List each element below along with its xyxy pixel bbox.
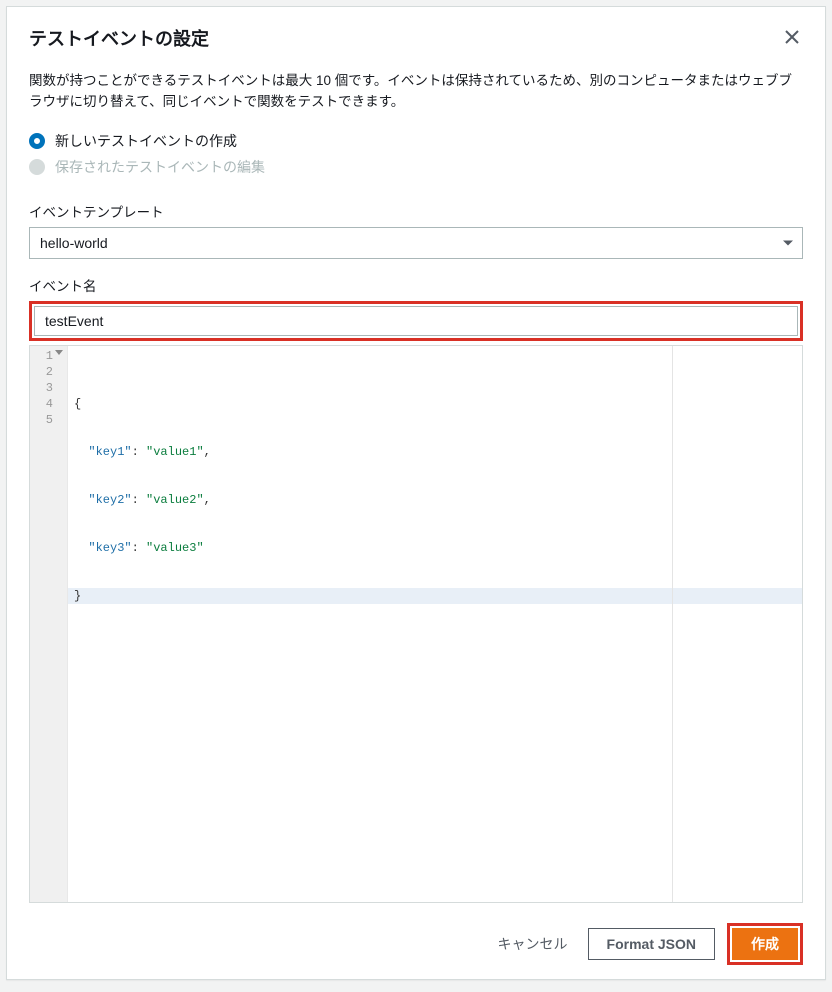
modal-header: テストイベントの設定 — [7, 7, 825, 65]
code-token: { — [74, 397, 81, 411]
line-number: 5 — [46, 413, 53, 427]
code-token: , — [204, 445, 211, 459]
radio-create-label: 新しいテストイベントの作成 — [55, 131, 237, 151]
code-token: "value1" — [146, 445, 204, 459]
code-token: "key2" — [88, 493, 131, 507]
event-template-value: hello-world — [29, 227, 803, 259]
editor-gutter: 1 2 3 4 5 — [30, 346, 68, 902]
event-name-highlight — [29, 301, 803, 341]
code-token: "value3" — [146, 541, 204, 555]
event-template-label: イベントテンプレート — [29, 201, 803, 221]
chevron-down-icon — [783, 240, 793, 245]
code-token: "value2" — [146, 493, 204, 507]
editor-code[interactable]: { "key1": "value1", "key2": "value2", "k… — [68, 346, 802, 902]
code-token: "key3" — [88, 541, 131, 555]
create-button-highlight: 作成 — [727, 923, 803, 965]
fold-icon[interactable] — [55, 350, 63, 355]
code-token: : — [132, 541, 146, 555]
event-name-input[interactable] — [34, 306, 798, 336]
radio-create-new-event[interactable]: 新しいテストイベントの作成 — [29, 131, 803, 151]
editor-guide-line — [672, 346, 673, 902]
close-button[interactable] — [781, 25, 803, 51]
line-number: 2 — [46, 365, 53, 379]
event-name-label: イベント名 — [29, 275, 803, 295]
line-number: 3 — [46, 381, 53, 395]
radio-edit-saved-event: 保存されたテストイベントの編集 — [29, 157, 803, 177]
modal-footer: キャンセル Format JSON 作成 — [7, 911, 825, 979]
code-token: : — [132, 445, 146, 459]
code-token: "key1" — [88, 445, 131, 459]
code-token: , — [204, 493, 211, 507]
radio-edit-label: 保存されたテストイベントの編集 — [55, 157, 265, 177]
modal-description: 関数が持つことができるテストイベントは最大 10 個です。イベントは保持されてい… — [29, 71, 803, 113]
event-template-select[interactable]: hello-world — [29, 227, 803, 259]
code-token: } — [74, 589, 81, 603]
radio-disabled-icon — [29, 159, 45, 175]
line-number: 4 — [46, 397, 53, 411]
code-token: : — [132, 493, 146, 507]
cancel-button[interactable]: キャンセル — [490, 928, 576, 960]
create-button[interactable]: 作成 — [732, 928, 798, 960]
event-mode-radio-group: 新しいテストイベントの作成 保存されたテストイベントの編集 — [29, 131, 803, 183]
radio-selected-icon — [29, 133, 45, 149]
configure-test-event-modal: テストイベントの設定 関数が持つことができるテストイベントは最大 10 個です。… — [6, 6, 826, 980]
format-json-button[interactable]: Format JSON — [588, 928, 715, 960]
modal-title: テストイベントの設定 — [29, 25, 209, 51]
json-editor[interactable]: 1 2 3 4 5 { "key1": "value1", "key2": "v… — [29, 345, 803, 903]
line-number: 1 — [46, 349, 53, 363]
modal-body: 関数が持つことができるテストイベントは最大 10 個です。イベントは保持されてい… — [7, 65, 825, 911]
close-icon — [785, 28, 799, 48]
